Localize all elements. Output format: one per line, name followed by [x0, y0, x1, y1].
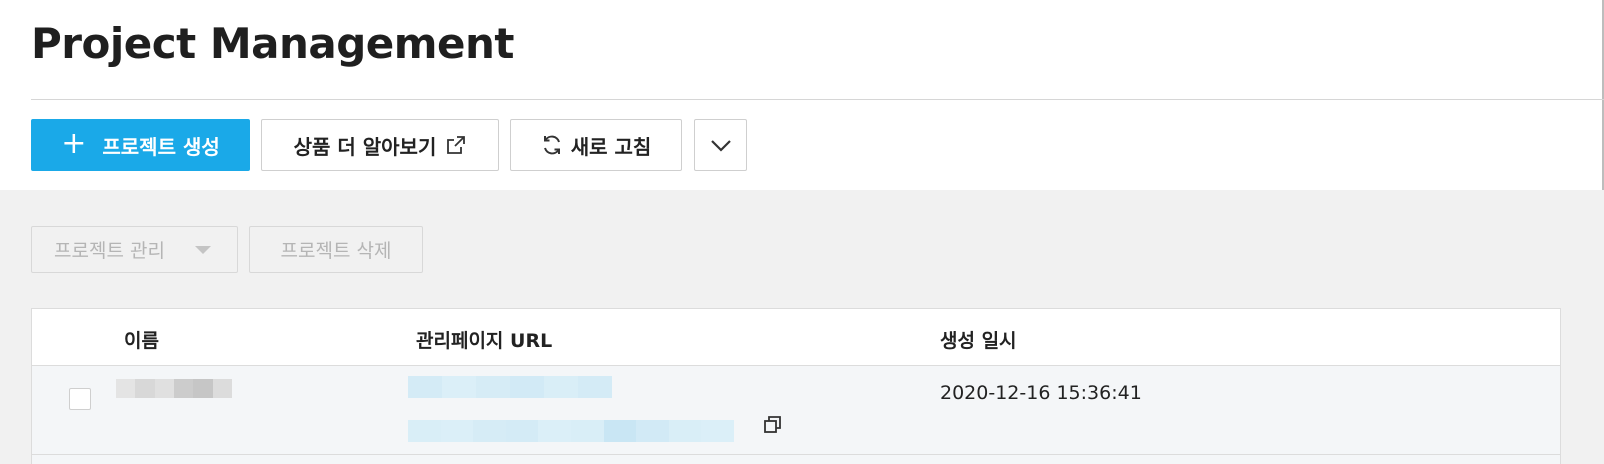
table-row[interactable]: 2020-12-16 15:36:41 — [32, 366, 1560, 455]
copy-icon[interactable] — [763, 415, 783, 439]
column-header-created[interactable]: 생성 일시 — [940, 326, 1017, 353]
learn-more-button[interactable]: 상품 더 알아보기 — [261, 119, 499, 171]
chevron-down-icon — [710, 138, 732, 152]
column-header-url[interactable]: 관리페이지 URL — [416, 326, 552, 353]
table-row[interactable] — [32, 455, 1560, 464]
more-options-button[interactable] — [694, 119, 747, 171]
refresh-button[interactable]: 새로 고침 — [510, 119, 682, 171]
row-checkbox[interactable] — [69, 388, 91, 410]
caret-down-icon — [195, 246, 211, 254]
external-link-icon — [446, 135, 466, 155]
delete-project-label: 프로젝트 삭제 — [280, 240, 392, 262]
manage-project-label: 프로젝트 관리 — [54, 240, 165, 262]
created-at-cell: 2020-12-16 15:36:41 — [940, 382, 1142, 404]
plus-icon: + — [61, 125, 87, 161]
refresh-label: 새로 고침 — [570, 134, 652, 159]
create-project-button[interactable]: + 프로젝트 생성 — [31, 119, 250, 171]
header-divider — [31, 99, 1604, 100]
delete-project-button[interactable]: 프로젝트 삭제 — [249, 226, 423, 273]
create-project-label: 프로젝트 생성 — [102, 134, 220, 159]
project-name-redacted — [116, 379, 232, 398]
project-management-page: Project Management + 프로젝트 생성 상품 더 알아보기 새… — [0, 0, 1604, 464]
manage-project-dropdown[interactable]: 프로젝트 관리 — [31, 226, 238, 273]
page-title: Project Management — [31, 19, 514, 68]
admin-url-redacted[interactable] — [408, 376, 734, 442]
refresh-icon — [541, 134, 563, 156]
column-header-name[interactable]: 이름 — [124, 326, 159, 353]
learn-more-label: 상품 더 알아보기 — [293, 134, 437, 159]
table-header: 이름 관리페이지 URL 생성 일시 — [32, 309, 1560, 366]
project-table: 이름 관리페이지 URL 생성 일시 2020-12-16 15:36:41 — [31, 308, 1561, 464]
